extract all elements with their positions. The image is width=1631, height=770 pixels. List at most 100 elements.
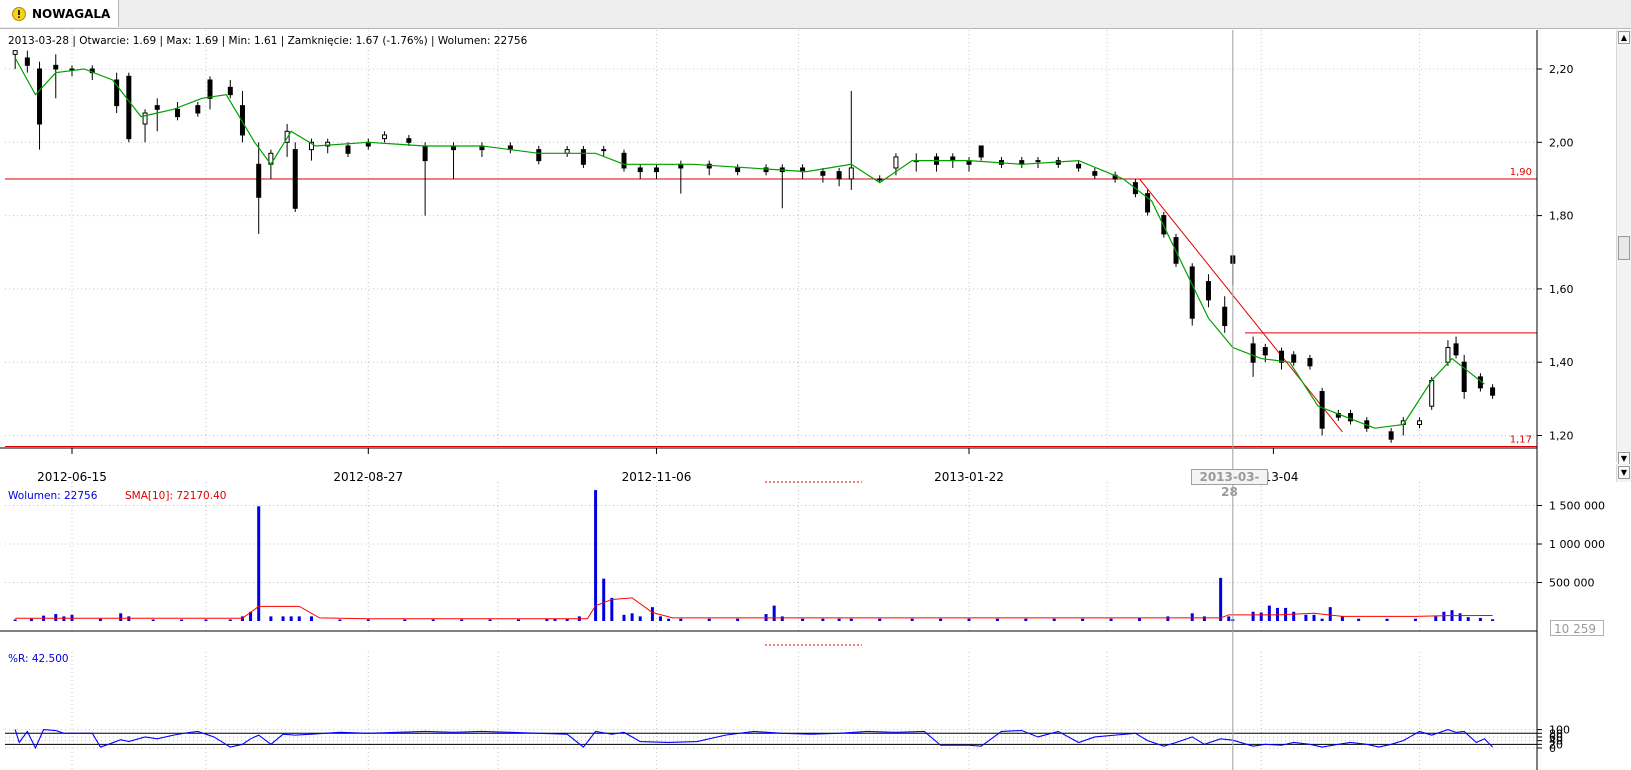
volume-bar (281, 616, 285, 621)
crosshair-date-label: 2013-03-28 (1191, 469, 1268, 499)
volume-bar (309, 616, 313, 621)
volume-bar (801, 618, 805, 621)
candle-body (653, 167, 659, 173)
horizontal-lines (5, 178, 1537, 745)
volume-tick-label: 500 000 (1549, 577, 1595, 590)
volume-bar (1304, 614, 1308, 621)
volume-bar (1259, 612, 1263, 621)
volume-bar (1466, 617, 1470, 621)
price-scrollbar[interactable]: ▲ ▼ (1616, 30, 1631, 465)
candle-body (820, 171, 826, 176)
volume-bar (488, 619, 492, 621)
volume-bar (98, 618, 102, 621)
moving-average-line (14, 57, 1485, 429)
price-tick-label: 2,20 (1549, 63, 1574, 76)
volume-bar (54, 614, 58, 621)
candle-body (1262, 347, 1268, 356)
volume-value-box: 10 259 (1550, 620, 1604, 636)
volume-bar (1458, 613, 1462, 621)
candle-body (1490, 387, 1496, 396)
candle-body (1307, 358, 1313, 367)
volume-bar (228, 619, 232, 621)
grid-lines (5, 30, 1537, 770)
candle-body (207, 79, 213, 99)
price-level-label: 1,17 (1510, 434, 1532, 445)
candle-body (37, 68, 43, 125)
price-tick-label: 1,80 (1549, 210, 1574, 223)
volume-bar (1202, 616, 1206, 621)
time-scrollbar[interactable]: ▼ (1616, 464, 1631, 482)
volume-bar (1292, 611, 1296, 621)
axes (0, 30, 1542, 770)
scroll-thumb[interactable] (1618, 236, 1630, 260)
wr-legend: %R: 42.500 (8, 653, 69, 665)
candle-body (175, 108, 181, 118)
candle-body (893, 156, 899, 169)
candle-body (256, 163, 262, 198)
candle-body (1035, 160, 1041, 163)
volume-bar (638, 616, 642, 621)
volume-bars (13, 490, 1495, 621)
volume-bar (659, 616, 663, 621)
volume-bar (1081, 618, 1085, 621)
candle-body (735, 167, 741, 173)
volume-bar (1267, 605, 1271, 621)
volume-bar (1340, 616, 1344, 621)
volume-bar (1442, 611, 1446, 621)
date-tick-label: 2012-11-06 (622, 470, 692, 484)
candle-body (1388, 431, 1394, 440)
volume-sma-line (15, 597, 1493, 620)
candle-body (1222, 306, 1228, 327)
candle-body (422, 145, 428, 162)
volume-bar (837, 618, 841, 621)
volume-bar (1219, 577, 1223, 621)
candle-body (1429, 380, 1435, 407)
volume-bar (151, 619, 155, 621)
volume-bar (1166, 616, 1170, 621)
stock-chart[interactable]: 1,20 1,40 1,60 1,80 2,00 2,20 1,90 1,17 2012-06-… (0, 0, 1631, 770)
volume-bar (1385, 618, 1389, 621)
candle-body (12, 50, 18, 55)
volume-bar (516, 619, 520, 621)
candle-body (836, 171, 842, 180)
scroll-down-small-icon[interactable]: ▼ (1618, 466, 1630, 479)
candle-body (195, 105, 201, 114)
volume-legend: Wolumen: 22756 (8, 490, 98, 502)
scroll-up-icon[interactable]: ▲ (1618, 31, 1630, 44)
candle-body (1291, 354, 1297, 363)
volume-bar (967, 618, 971, 621)
volume-bar (180, 619, 184, 621)
candle-body (621, 152, 627, 169)
volume-tick-label: 1 500 000 (1549, 500, 1605, 513)
candle-body (978, 145, 984, 158)
candle-body (536, 149, 542, 162)
candle-body (1250, 343, 1256, 363)
candle-body (406, 138, 412, 143)
volume-bar (1024, 618, 1028, 621)
candle-body (1189, 266, 1195, 319)
price-level-label: 1,90 (1510, 167, 1532, 178)
volume-bar (1052, 618, 1056, 621)
candle-body (53, 64, 59, 70)
volume-bar (1312, 614, 1316, 621)
candle-body (1205, 281, 1211, 301)
volume-bar (780, 616, 784, 621)
volume-bar (622, 614, 626, 621)
candle-body (382, 134, 388, 140)
volume-bar (910, 618, 914, 621)
volume-bar (1434, 616, 1438, 621)
candle-body (1453, 343, 1459, 356)
volume-bar (460, 619, 464, 621)
candle-body (1092, 171, 1098, 176)
volume-bar (679, 618, 683, 621)
candle-body (1319, 391, 1325, 429)
volume-bar (204, 619, 208, 621)
williams-r-line (14, 729, 1493, 750)
volume-bar (650, 607, 654, 621)
candle-body (601, 149, 607, 152)
volume-bar (707, 618, 711, 621)
volume-bar (939, 618, 943, 621)
volume-bar (1357, 618, 1361, 621)
volume-bar (403, 619, 407, 621)
candle-body (877, 178, 883, 181)
